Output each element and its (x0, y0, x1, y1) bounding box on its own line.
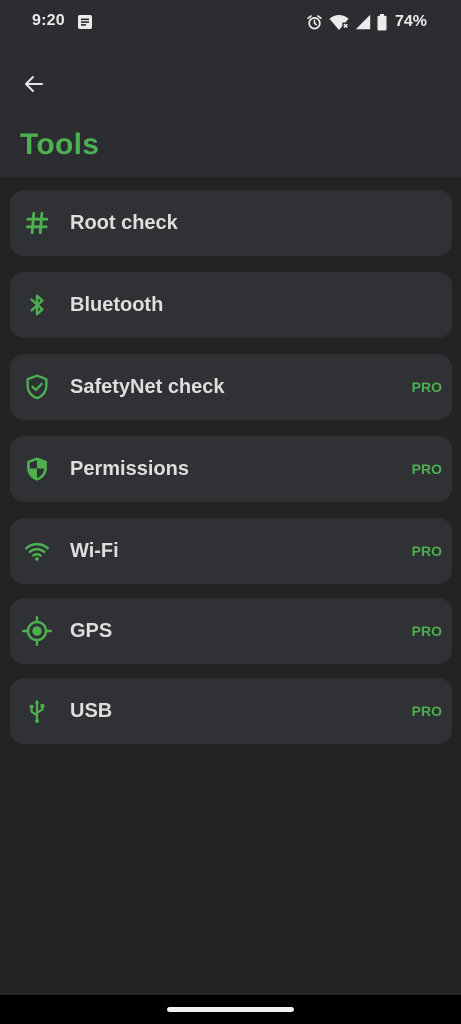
shield-half-icon (22, 454, 52, 484)
tool-item-label: Root check (70, 212, 178, 234)
battery-icon (377, 13, 387, 30)
tool-item-safetynet-check[interactable]: SafetyNet check PRO (10, 354, 452, 420)
hash-icon (22, 208, 52, 238)
battery-percent: 74% (394, 13, 427, 30)
wifi-status-icon (329, 14, 349, 30)
status-bar: 9:20 74% (0, 0, 461, 44)
tool-item-wifi[interactable]: Wi-Fi PRO (10, 518, 452, 584)
tool-item-label: GPS (70, 620, 113, 642)
wifi-icon (22, 536, 52, 566)
tool-item-label: Permissions (70, 458, 189, 480)
usb-icon (22, 696, 52, 726)
alarm-icon (307, 14, 322, 29)
tool-item-label: SafetyNet check (70, 376, 225, 398)
notification-icon (78, 15, 92, 29)
status-time: 9:20 (32, 12, 65, 29)
tool-item-gps[interactable]: GPS PRO (10, 598, 452, 664)
shield-check-icon (22, 372, 52, 402)
pro-badge: PRO (411, 703, 442, 719)
app-header: Tools (0, 44, 461, 177)
tool-item-usb[interactable]: USB PRO (10, 678, 452, 744)
pro-badge: PRO (411, 543, 442, 559)
navigation-bar (0, 995, 461, 1024)
tool-item-label: Wi-Fi (70, 540, 119, 562)
home-gesture-handle[interactable] (167, 1007, 294, 1012)
tool-item-label: USB (70, 700, 113, 722)
pro-badge: PRO (411, 461, 442, 477)
gps-icon (22, 616, 52, 646)
signal-icon (355, 14, 371, 30)
tool-item-label: Bluetooth (70, 294, 164, 316)
bluetooth-icon (22, 290, 52, 320)
tool-item-root-check[interactable]: Root check (10, 190, 452, 256)
pro-badge: PRO (411, 623, 442, 639)
back-button[interactable] (18, 68, 50, 100)
status-icons: 74% (306, 11, 427, 33)
pro-badge: PRO (411, 379, 442, 395)
arrow-back-icon (25, 76, 43, 92)
page-title: Tools (20, 128, 100, 161)
tool-item-bluetooth[interactable]: Bluetooth (10, 272, 452, 338)
tool-item-permissions[interactable]: Permissions PRO (10, 436, 452, 502)
